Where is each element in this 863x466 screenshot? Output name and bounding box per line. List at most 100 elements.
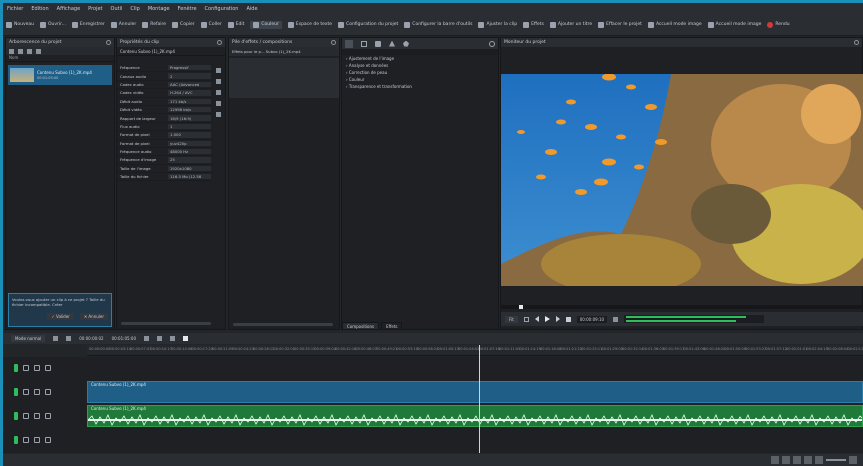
close-icon[interactable]	[331, 40, 336, 45]
stop-icon[interactable]	[565, 316, 571, 322]
close-icon[interactable]	[217, 40, 222, 45]
toolbar-button[interactable]: Ajuster la clip	[478, 21, 517, 28]
toolbar-button[interactable]: Couleur	[250, 20, 282, 29]
effect-category[interactable]: › Transparence et transformation	[342, 83, 498, 90]
mute-icon[interactable]	[45, 437, 51, 443]
forward-icon[interactable]	[555, 316, 560, 322]
eye-icon[interactable]	[45, 365, 51, 371]
overwrite-icon[interactable]	[157, 336, 162, 341]
delete-icon[interactable]	[27, 48, 32, 54]
effect-category[interactable]: › Couleur	[342, 76, 498, 83]
menu-item[interactable]: Affichage	[57, 6, 81, 12]
menu-item[interactable]: Fenêtre	[178, 6, 197, 12]
pencil-icon[interactable]	[23, 389, 29, 395]
timeline-out-timecode[interactable]: 00:01:05:00	[112, 336, 136, 341]
monitor-zoom-select[interactable]: Fit	[505, 315, 518, 323]
effect-category[interactable]: › Correction de peau	[342, 69, 498, 76]
toolbar-button[interactable]: Espace de texte	[287, 21, 332, 28]
info-icon[interactable]	[215, 68, 221, 73]
razor-tool-icon[interactable]	[66, 336, 72, 341]
bin-clip-item[interactable]: Contenu Subvo (1)_2K.mp4 00:01:05:00	[8, 65, 112, 85]
pencil-icon[interactable]	[23, 365, 29, 371]
audio-effect-icon[interactable]	[375, 40, 381, 47]
effect-category[interactable]: › Analyse et données	[342, 62, 498, 69]
toolbar-button[interactable]: Edit	[227, 21, 244, 28]
toolbar-button[interactable]: Annuler	[110, 21, 136, 28]
mute-icon[interactable]	[45, 413, 51, 419]
search-icon[interactable]	[36, 48, 41, 54]
monitor-timecode[interactable]: 00:00:09:10	[576, 315, 608, 323]
zoom-out-icon[interactable]	[815, 456, 823, 464]
zoom-slider[interactable]	[826, 459, 846, 461]
menu-item[interactable]: Fichier	[7, 6, 23, 12]
effect-stack-scrollbar[interactable]	[233, 323, 333, 326]
add-clip-icon[interactable]	[9, 48, 14, 54]
settings-icon[interactable]	[613, 316, 619, 322]
toolbar-button[interactable]: Configurer la barre d'outils	[404, 21, 472, 28]
effects-tab[interactable]: Effets	[381, 322, 403, 330]
bin-validate-button[interactable]: ✓ Valider	[47, 313, 74, 320]
favorite-icon[interactable]	[403, 40, 409, 47]
toolbar-button[interactable]: Refaire	[142, 21, 166, 28]
pencil-icon[interactable]	[23, 413, 29, 419]
track-lock-icon[interactable]	[14, 388, 18, 396]
rewind-icon[interactable]	[534, 316, 539, 322]
monitor-video-frame[interactable]	[501, 74, 863, 286]
film-icon[interactable]	[34, 389, 40, 395]
snap-icon[interactable]	[170, 336, 175, 341]
crop-icon[interactable]	[523, 316, 529, 322]
video-effect-icon[interactable]	[361, 40, 367, 47]
timeline-playhead[interactable]	[479, 345, 480, 453]
track-lock-icon[interactable]	[14, 364, 18, 372]
track-lock-icon[interactable]	[14, 436, 18, 444]
toolbar-button[interactable]: Ouvrir...	[40, 21, 66, 28]
monitor-ruler[interactable]	[501, 305, 863, 309]
clip-props-scrollbar[interactable]	[121, 322, 211, 325]
audio-thumb-icon[interactable]	[804, 456, 812, 464]
folder-icon[interactable]	[18, 48, 23, 54]
toolbar-button[interactable]: Effacer le projet	[598, 21, 642, 28]
menu-item[interactable]: Clip	[130, 6, 139, 12]
toolbar-button[interactable]: Accueil mode image	[647, 21, 702, 28]
timeline-mode-select[interactable]: Mode normal	[11, 335, 46, 342]
audio-icon[interactable]	[215, 90, 221, 95]
grid-icon[interactable]	[782, 456, 790, 464]
film-icon[interactable]	[34, 365, 40, 371]
audio-clip[interactable]: Contenu Subvo (1)_2K.mp4	[87, 405, 863, 427]
monitor-playhead[interactable]	[519, 305, 523, 309]
toolbar-button[interactable]: Ajouter un titre	[549, 21, 592, 28]
zoom-in-icon[interactable]	[849, 456, 857, 464]
tag-icon[interactable]	[215, 101, 221, 106]
video-clip[interactable]: Contenu Subvo (1)_2K.mp4	[87, 381, 863, 403]
toolbar-button[interactable]: Nouveau	[6, 21, 34, 28]
track-lock-icon[interactable]	[14, 412, 18, 420]
marker-icon[interactable]	[215, 112, 221, 117]
menu-item[interactable]: Montage	[148, 6, 170, 12]
zoom-fit-icon[interactable]	[771, 456, 779, 464]
speaker-icon[interactable]	[34, 413, 40, 419]
effects-tab[interactable]: Compositions	[342, 322, 380, 330]
speaker-icon[interactable]	[34, 437, 40, 443]
marker-icon[interactable]	[183, 336, 188, 341]
toolbar-button[interactable]: Copier	[172, 21, 195, 28]
timeline-ruler[interactable]: 00:00:00:00 00:00:03:14 00:00:07:03 00:00:1…	[87, 345, 863, 356]
eye-icon[interactable]	[45, 389, 51, 395]
close-icon[interactable]	[106, 40, 111, 45]
pencil-icon[interactable]	[23, 437, 29, 443]
effect-category[interactable]: › Ajustement de l'image	[342, 55, 498, 62]
menu-item[interactable]: Projet	[88, 6, 102, 12]
custom-effect-icon[interactable]	[389, 40, 395, 47]
menu-item[interactable]: Aide	[246, 6, 257, 12]
play-icon[interactable]	[544, 316, 550, 322]
timeline-in-timecode[interactable]: 00:00:00:02	[79, 336, 103, 341]
close-icon[interactable]	[854, 40, 859, 45]
toolbar-button[interactable]: Enregistrer	[71, 21, 105, 28]
pencil-icon[interactable]	[215, 79, 221, 84]
menu-item[interactable]: Configuration	[205, 6, 239, 12]
menu-item[interactable]: Edition	[31, 6, 48, 12]
insert-icon[interactable]	[144, 336, 149, 341]
search-icon[interactable]	[489, 40, 495, 47]
menu-item[interactable]: Outil	[111, 6, 123, 12]
list-icon[interactable]	[345, 39, 353, 48]
toolbar-button[interactable]: Rendu	[767, 21, 790, 28]
